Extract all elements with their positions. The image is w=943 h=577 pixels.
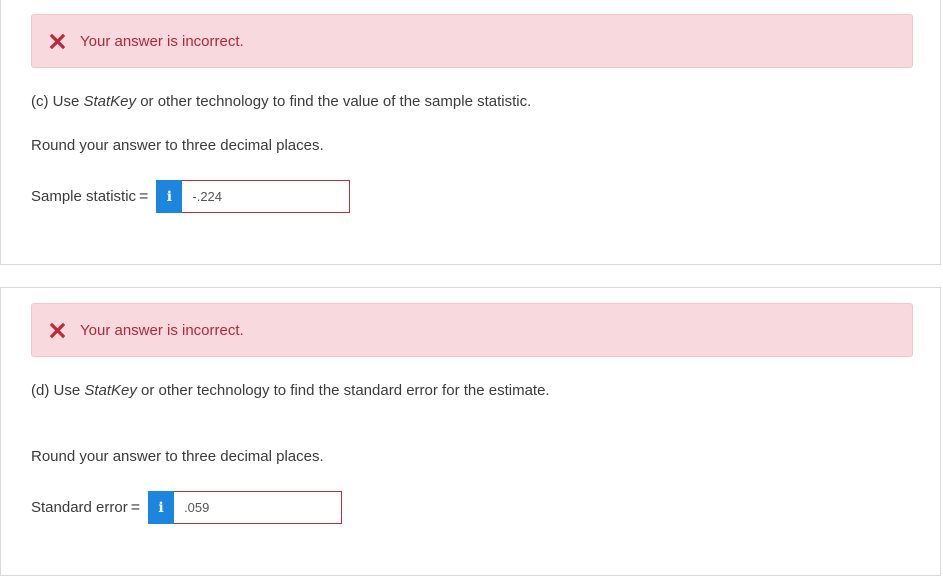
info-icon[interactable]: i: [148, 491, 175, 524]
question-text-c: (c) Use StatKey or other technology to f…: [31, 93, 532, 110]
close-icon: [48, 32, 66, 50]
incorrect-feedback-alert: Your answer is incorrect.: [31, 14, 913, 68]
sample-statistic-row: Sample statistic = i: [31, 180, 351, 213]
feedback-message: Your answer is incorrect.: [80, 32, 244, 50]
question-card-part-c: Your answer is incorrect. (c) Use StatKe…: [0, 0, 941, 265]
equals-sign: =: [130, 498, 141, 516]
sample-statistic-input[interactable]: [182, 180, 351, 213]
question-text-d: (d) Use StatKey or other technology to f…: [31, 382, 550, 399]
statkey-term: StatKey: [83, 93, 137, 110]
equals-sign: =: [139, 187, 149, 205]
rounding-instruction: Round your answer to three decimal place…: [31, 137, 324, 154]
incorrect-feedback-alert: Your answer is incorrect.: [31, 303, 913, 357]
rounding-instruction: Round your answer to three decimal place…: [31, 448, 324, 465]
statkey-term: StatKey: [84, 382, 137, 399]
feedback-message: Your answer is incorrect.: [80, 321, 244, 339]
standard-error-input[interactable]: [174, 491, 343, 524]
close-icon: [48, 321, 66, 339]
standard-error-row: Standard error = i: [31, 491, 343, 524]
sample-statistic-label: Sample statistic: [31, 188, 137, 205]
question-card-part-d: Your answer is incorrect. (d) Use StatKe…: [0, 287, 941, 576]
info-icon[interactable]: i: [156, 180, 183, 213]
standard-error-label: Standard error: [31, 499, 128, 516]
